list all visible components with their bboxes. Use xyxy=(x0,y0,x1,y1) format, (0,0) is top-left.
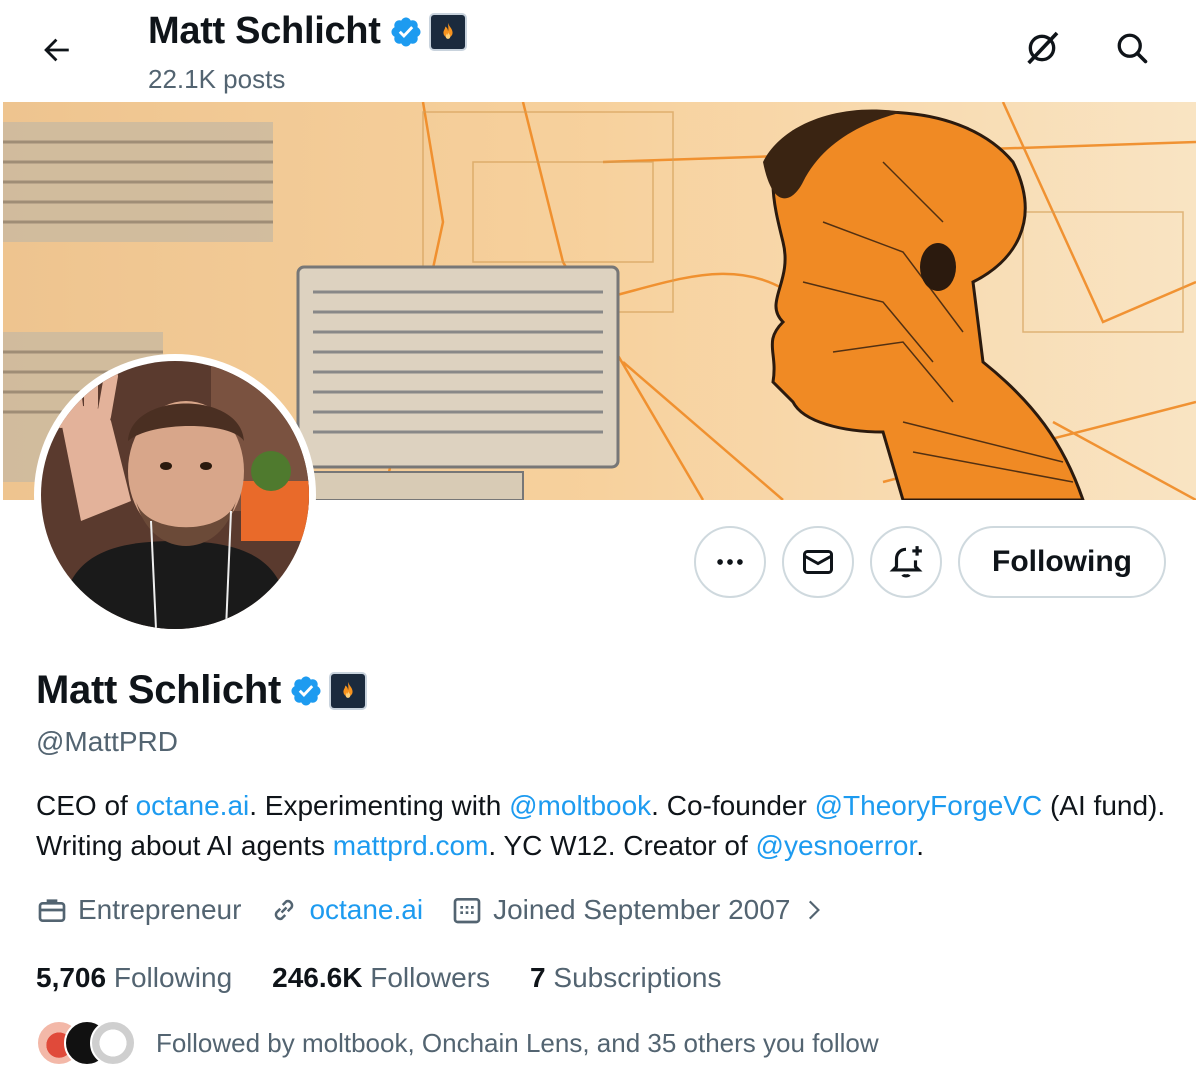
message-icon xyxy=(803,550,834,574)
bio-text: . xyxy=(916,830,925,861)
subscriptions-label: Subscriptions xyxy=(553,962,722,993)
posts-count: 22.1K posts xyxy=(148,64,286,94)
grok-icon xyxy=(1027,31,1059,65)
profile-bio: CEO of octane.ai. Experimenting with @mo… xyxy=(36,786,1166,866)
bio-link-octane[interactable]: octane.ai xyxy=(136,790,250,821)
follower-avatar xyxy=(90,1020,136,1066)
back-button[interactable] xyxy=(36,30,76,70)
briefcase-icon xyxy=(38,899,66,922)
following-label: Following xyxy=(113,962,233,993)
bio-mention-theoryforgevc[interactable]: @TheoryForgeVC xyxy=(815,790,1043,821)
bio-text: . Experimenting with xyxy=(249,790,510,821)
top-bar: Matt Schlicht 22.1K posts xyxy=(0,0,1196,102)
arrow-left-icon xyxy=(44,38,69,62)
verified-badge-icon xyxy=(391,16,421,47)
bio-text: CEO of xyxy=(36,790,136,821)
followed-by-text: Followed by moltbook, Onchain Lens, and … xyxy=(156,1027,879,1058)
joined-label: Joined September 2007 xyxy=(493,894,791,925)
verified-badge-icon[interactable] xyxy=(289,674,323,708)
bell-plus-icon xyxy=(889,546,923,578)
following-count: 5,706 xyxy=(36,962,107,993)
chevron-right-icon xyxy=(809,900,821,920)
joined-item[interactable]: Joined September 2007 xyxy=(451,894,826,926)
grok-button[interactable] xyxy=(1022,28,1062,68)
link-icon xyxy=(275,899,294,921)
search-icon xyxy=(1117,33,1148,64)
profession-label: Entrepreneur xyxy=(78,894,242,925)
profile-meta: Entrepreneur octane.ai Joined September … xyxy=(36,894,854,926)
calendar-icon xyxy=(453,898,481,924)
website-link[interactable]: octane.ai xyxy=(309,894,423,926)
followers-label: Followers xyxy=(370,962,491,993)
following-button[interactable]: Following xyxy=(958,526,1166,598)
more-icon xyxy=(717,559,743,565)
profile-avatar[interactable] xyxy=(34,354,316,636)
followed-by-row[interactable]: Followed by moltbook, Onchain Lens, and … xyxy=(36,1020,879,1066)
bio-mention-yesnoerror[interactable]: @yesnoerror xyxy=(756,830,917,861)
profession-item: Entrepreneur xyxy=(36,894,241,926)
follower-avatars xyxy=(36,1020,136,1066)
followers-count: 246.6K xyxy=(272,962,363,993)
profile-handle: @MattPRD xyxy=(36,726,178,757)
followers-stat[interactable]: 246.6K Followers xyxy=(272,962,490,994)
bio-text: . Co-founder xyxy=(651,790,815,821)
profile-name-row: Matt Schlicht xyxy=(36,668,366,713)
affiliate-badge-icon xyxy=(430,14,465,49)
notify-button[interactable] xyxy=(870,526,943,598)
profile-stats: 5,706 Following 246.6K Followers 7 Subsc… xyxy=(36,962,761,994)
profile-name: Matt Schlicht xyxy=(36,668,282,712)
bio-text: . YC W12. Creator of xyxy=(488,830,756,861)
message-button[interactable] xyxy=(782,526,855,598)
following-stat[interactable]: 5,706 Following xyxy=(36,962,232,994)
search-button[interactable] xyxy=(1112,28,1152,68)
website-item[interactable]: octane.ai xyxy=(269,894,423,926)
header-title: Matt Schlicht xyxy=(148,10,465,53)
bio-link-mattprd[interactable]: mattprd.com xyxy=(333,830,489,861)
bio-mention-moltbook[interactable]: @moltbook xyxy=(509,790,651,821)
more-button[interactable] xyxy=(694,526,767,598)
subscriptions-stat[interactable]: 7 Subscriptions xyxy=(530,962,721,994)
subscriptions-count: 7 xyxy=(530,962,546,993)
header-name: Matt Schlicht xyxy=(148,10,381,52)
affiliate-badge-icon[interactable] xyxy=(331,673,366,708)
